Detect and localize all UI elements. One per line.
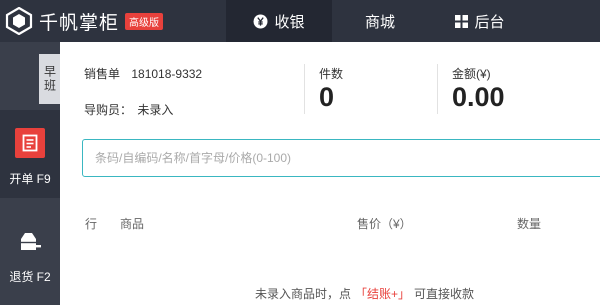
hint-text: 可直接收款 — [414, 287, 475, 301]
sidebar-item-label: 开单 F9 — [9, 172, 51, 186]
amount-value: 0.00 — [452, 82, 505, 112]
shift-label: 早班 — [42, 65, 57, 93]
edition-badge: 高级版 — [125, 12, 164, 30]
receipt-icon — [15, 128, 45, 158]
tab-backend[interactable]: 后台 — [428, 0, 532, 42]
count-value: 0 — [319, 82, 335, 112]
order-label: 销售单 — [84, 67, 121, 81]
order-number: 销售单 181018-9332 — [84, 65, 202, 82]
column-header-product: 商品 — [120, 217, 145, 231]
yen-coin-icon — [253, 14, 268, 29]
sidebar-item-new-order[interactable]: 开单 F9 — [0, 110, 60, 198]
column-header-quantity: 数量 — [517, 217, 542, 231]
hint-text: 未录入商品时，点 — [255, 287, 352, 301]
tab-mall-label: 商城 — [364, 13, 395, 31]
grid-icon — [455, 14, 469, 28]
main-panel: 销售单 181018-9332 导购员： 未录入 件数 0 金额(¥) 0.00… — [60, 42, 600, 305]
sidebar-item-label: 退货 F2 — [9, 270, 51, 284]
sales-guide: 导购员： 未录入 — [84, 101, 173, 118]
tab-backend-label: 后台 — [474, 13, 505, 31]
guide-value[interactable]: 未录入 — [137, 103, 173, 117]
shift-tag[interactable]: 早班 — [39, 54, 60, 104]
count-label: 件数 — [319, 67, 344, 81]
tab-mall[interactable]: 商城 — [332, 0, 428, 42]
app-logo: 千帆掌柜 高级版 — [5, 7, 164, 35]
column-header-row: 行 — [85, 217, 98, 231]
divider — [437, 64, 438, 114]
checkout-link[interactable]: 「结账+」 — [355, 287, 410, 301]
top-bar: 千帆掌柜 高级版 收银 商城 后台 — [0, 0, 600, 42]
empty-hint: 未录入商品时，点 「结账+」 可直接收款 — [255, 285, 474, 302]
order-number-value: 181018-9332 — [131, 67, 203, 81]
tab-cashier-label: 收银 — [274, 13, 305, 31]
product-search-input[interactable] — [82, 139, 600, 177]
app-name: 千帆掌柜 — [39, 12, 120, 34]
amount-label: 金额(¥) — [452, 67, 491, 81]
divider — [304, 64, 305, 114]
sidebar-item-return[interactable]: 退货 F2 — [0, 208, 60, 296]
return-box-icon — [15, 226, 45, 256]
logo-icon — [5, 7, 33, 35]
guide-label: 导购员： — [84, 103, 133, 117]
column-header-price: 售价（¥） — [357, 217, 412, 231]
tab-cashier[interactable]: 收银 — [226, 0, 332, 42]
